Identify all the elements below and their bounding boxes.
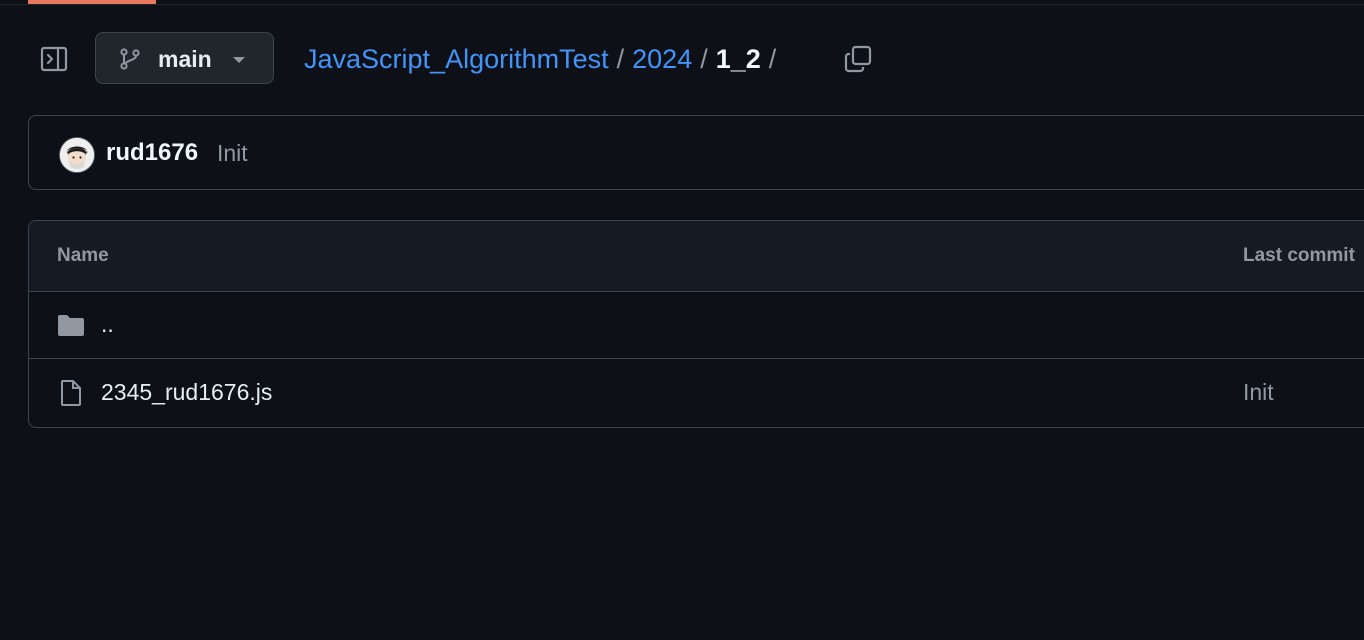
breadcrumb-separator: / [700, 43, 708, 74]
file-last-commit[interactable]: Init [1243, 379, 1274, 406]
breadcrumb-separator: / [768, 43, 777, 74]
table-header: Name Last commit [29, 221, 1364, 292]
git-branch-icon [120, 48, 140, 70]
branch-selector-button[interactable]: main [95, 32, 274, 84]
file-table: Name Last commit .. 2345_rud1676.js Init [28, 220, 1364, 428]
breadcrumb-current: 1_2 [715, 43, 761, 74]
page-progress-bar [0, 0, 1364, 5]
user-avatar-image [60, 138, 94, 172]
commit-author-link[interactable]: rud1676 [106, 139, 198, 167]
file-name[interactable]: .. [101, 311, 114, 338]
branch-name: main [158, 46, 212, 72]
breadcrumb-repo-link[interactable]: JavaScript_AlgorithmTest [304, 44, 609, 75]
breadcrumb-separator: / [616, 43, 625, 74]
folder-icon [58, 315, 84, 336]
sidebar-toggle-button[interactable] [38, 43, 70, 75]
sidebar-expand-icon [40, 46, 68, 72]
copy-path-button[interactable] [842, 43, 874, 75]
commit-message-link[interactable]: Init [217, 140, 248, 167]
file-navigation-bar: main JavaScript_AlgorithmTest / 2024 / 1… [0, 28, 1364, 90]
table-row-parent-directory[interactable]: .. [29, 291, 1364, 359]
column-header-name: Name [57, 245, 109, 266]
table-row-file[interactable]: 2345_rud1676.js Init [29, 359, 1364, 426]
file-name[interactable]: 2345_rud1676.js [101, 379, 272, 406]
breadcrumb-folder-link[interactable]: 2024 [632, 44, 692, 75]
breadcrumb: JavaScript_AlgorithmTest / 2024 / 1_2 / [304, 41, 784, 77]
chevron-down-icon [233, 57, 245, 63]
avatar[interactable] [59, 137, 95, 173]
page-progress-fill [28, 0, 156, 4]
latest-commit-box: rud1676 Init [28, 115, 1364, 190]
copy-icon [844, 45, 872, 73]
file-icon [61, 380, 81, 406]
column-header-last-commit: Last commit [1243, 245, 1355, 266]
